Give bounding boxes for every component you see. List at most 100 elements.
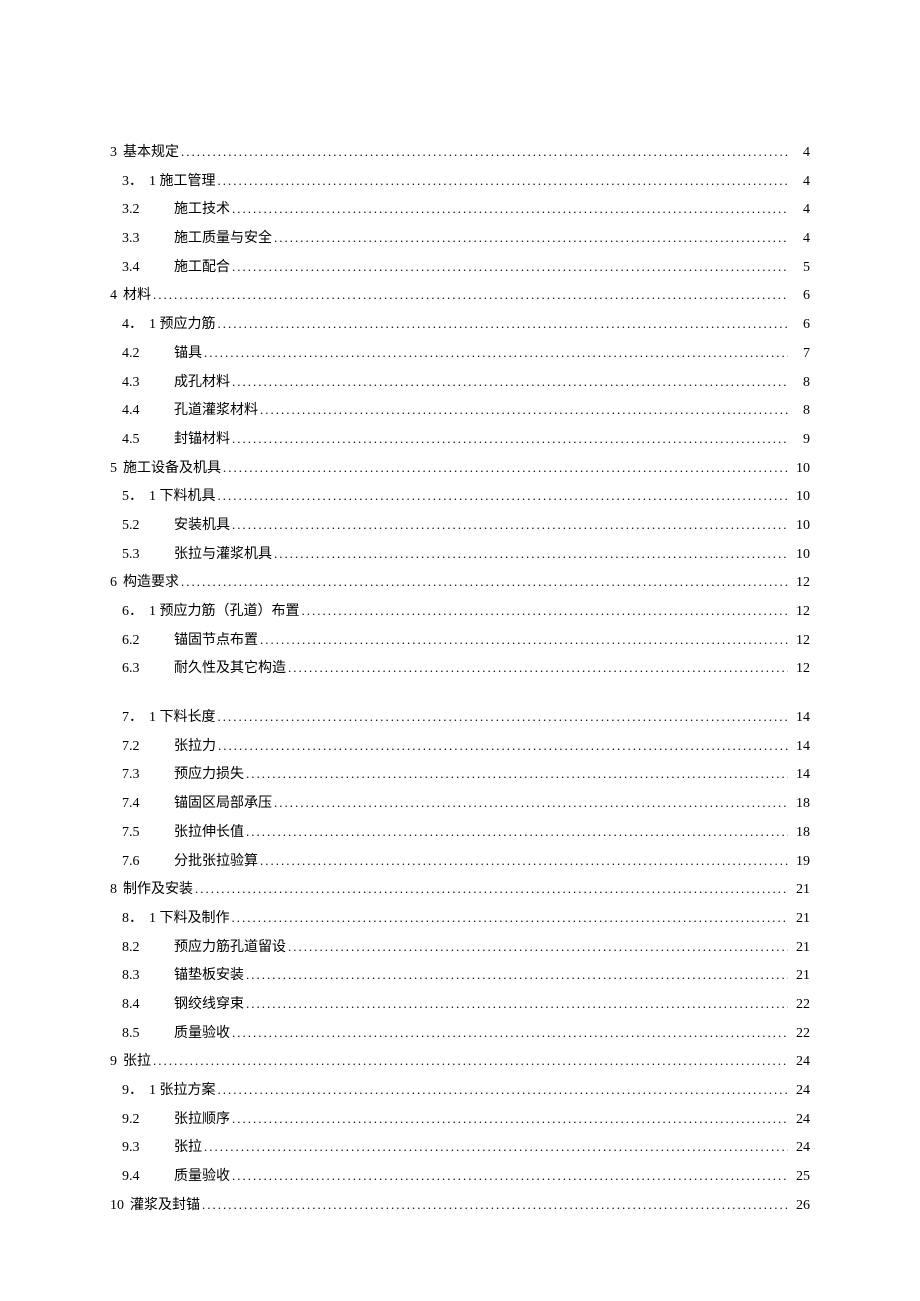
toc-chapter-number: 6	[110, 575, 117, 590]
toc-section-number: 3．	[122, 174, 143, 189]
toc-chapter-title: 制作及安装	[123, 882, 193, 897]
toc-page-number: 19	[790, 849, 810, 874]
toc-label: 7.4 锚固区局部承压	[122, 791, 272, 816]
toc-page-number: 22	[790, 992, 810, 1017]
toc-page-number: 6	[790, 312, 810, 337]
toc-leader-dots	[232, 1164, 788, 1187]
toc-label: 8.3 锚垫板安装	[122, 963, 244, 988]
toc-section-number: 6.3	[122, 656, 156, 681]
toc-leader-dots	[181, 140, 788, 163]
toc-label: 7.3预应力损失	[122, 762, 244, 787]
toc-label: 4．1 预应力筋	[122, 312, 216, 337]
toc-page-number: 10	[790, 484, 810, 509]
toc-page-number: 21	[790, 877, 810, 902]
toc-leader-dots	[274, 791, 788, 814]
toc-section-number: 9.3	[122, 1135, 156, 1160]
toc-label: 6构造要求	[110, 570, 179, 595]
toc-page-number: 21	[790, 906, 810, 931]
toc-section-title: 张拉顺序	[174, 1112, 230, 1127]
toc-section-title: 预应力筋孔道留设	[174, 940, 286, 955]
toc-chapter-number: 4	[110, 288, 117, 303]
toc-section-title: 锚固区局部承压	[174, 796, 272, 811]
toc-entry: 7． 1 下料长度 14	[110, 705, 810, 730]
toc-leader-dots	[232, 255, 788, 278]
toc-section-number: 4.2	[122, 341, 156, 366]
toc-leader-dots	[195, 877, 788, 900]
toc-page-number: 8	[790, 370, 810, 395]
toc-entry: 3.4 施工配合 5	[110, 255, 810, 280]
toc-chapter-title: 灌浆及封锚	[130, 1198, 200, 1213]
toc-label: 3． 1 施工管理	[122, 169, 216, 194]
toc-entry: 9张拉24	[110, 1049, 810, 1074]
toc-section-title: 1 施工管理	[149, 174, 216, 189]
toc-section-title: 施工配合	[174, 260, 230, 275]
toc-label: 5.2安装机具	[122, 513, 230, 538]
toc-section-title: 1 张拉方案	[149, 1083, 216, 1098]
toc-chapter-number: 10	[110, 1198, 124, 1213]
toc-page-number: 10	[790, 513, 810, 538]
toc-entry: 4.3成孔材料8	[110, 370, 810, 395]
toc-entry: 8.4钢绞线穿束22	[110, 992, 810, 1017]
toc-leader-dots	[302, 599, 789, 622]
toc-section-title: 分批张拉验算	[174, 854, 258, 869]
toc-section-title: 孔道灌浆材料	[174, 403, 258, 418]
toc-page-number: 5	[790, 255, 810, 280]
toc-entry: 3．1 施工管理4	[110, 169, 810, 194]
toc-leader-dots	[288, 656, 788, 679]
toc-label: 8.5质量验收	[122, 1021, 230, 1046]
toc-leader-dots	[218, 1078, 789, 1101]
toc-entry: 5．1 下料机具10	[110, 484, 810, 509]
toc-page-number: 21	[790, 935, 810, 960]
toc-page-number: 22	[790, 1021, 810, 1046]
toc-leader-dots	[232, 1107, 788, 1130]
toc-leader-dots	[246, 963, 788, 986]
toc-page-number: 18	[790, 820, 810, 845]
toc-label: 8.2预应力筋孔道留设	[122, 935, 286, 960]
toc-leader-dots	[218, 705, 789, 728]
toc-page-number: 4	[790, 140, 810, 165]
toc-leader-dots	[246, 762, 788, 785]
toc-label: 9.2张拉顺序	[122, 1107, 230, 1132]
toc-label: 7.5 张拉伸长值	[122, 820, 244, 845]
toc-section-title: 成孔材料	[174, 375, 230, 390]
toc-section-title: 锚垫板安装	[174, 968, 244, 983]
toc-section-title: 钢绞线穿束	[174, 997, 244, 1012]
toc-section-number: 3.4	[122, 255, 156, 280]
toc-entry: 6.3耐久性及其它构造12	[110, 656, 810, 681]
toc-section-title: 张拉伸长值	[174, 825, 244, 840]
toc-section-number: 9.4	[122, 1164, 156, 1189]
toc-section-number: 4.4	[122, 398, 156, 423]
toc-section-title: 施工质量与安全	[174, 231, 272, 246]
toc-leader-dots	[232, 370, 788, 393]
toc-entry: 7.6分批张拉验算19	[110, 849, 810, 874]
toc-section-number: 8.3	[122, 963, 156, 988]
toc-label: 4材料	[110, 283, 151, 308]
toc-section-number: 7．	[122, 710, 143, 725]
toc-chapter-title: 张拉	[123, 1054, 151, 1069]
toc-section-number: 7.4	[122, 791, 156, 816]
toc-entry: 8.3锚垫板安装21	[110, 963, 810, 988]
toc-entry: 4材料6	[110, 283, 810, 308]
toc-entry: 9.3张拉24	[110, 1135, 810, 1160]
toc-section-number: 4.5	[122, 427, 156, 452]
toc-entry: 7.2张拉力14	[110, 734, 810, 759]
toc-section-title: 1 预应力筋	[149, 317, 216, 332]
toc-page-number: 24	[790, 1078, 810, 1103]
toc-entry: 7.3预应力损失14	[110, 762, 810, 787]
table-of-contents: 3基本规定43．1 施工管理43.2施工技术43.3施工质量与安全43.4施工配…	[110, 140, 810, 1218]
toc-entry: 9.2张拉顺序24	[110, 1107, 810, 1132]
toc-section-title: 安装机具	[174, 518, 230, 533]
toc-chapter-number: 3	[110, 145, 117, 160]
toc-leader-dots	[153, 1049, 788, 1072]
toc-entry: 6构造要求12	[110, 570, 810, 595]
toc-leader-dots	[232, 513, 788, 536]
toc-section-number: 7.5	[122, 820, 156, 845]
toc-page-number: 14	[790, 705, 810, 730]
toc-label: 5.3张拉与灌浆机具	[122, 542, 272, 567]
toc-section-number: 9．	[122, 1083, 143, 1098]
toc-section-number: 3.3	[122, 226, 156, 251]
toc-section-title: 1 下料长度	[149, 710, 216, 725]
toc-section-number: 3.2	[122, 197, 156, 222]
toc-page-number: 14	[790, 734, 810, 759]
toc-page-number: 12	[790, 628, 810, 653]
